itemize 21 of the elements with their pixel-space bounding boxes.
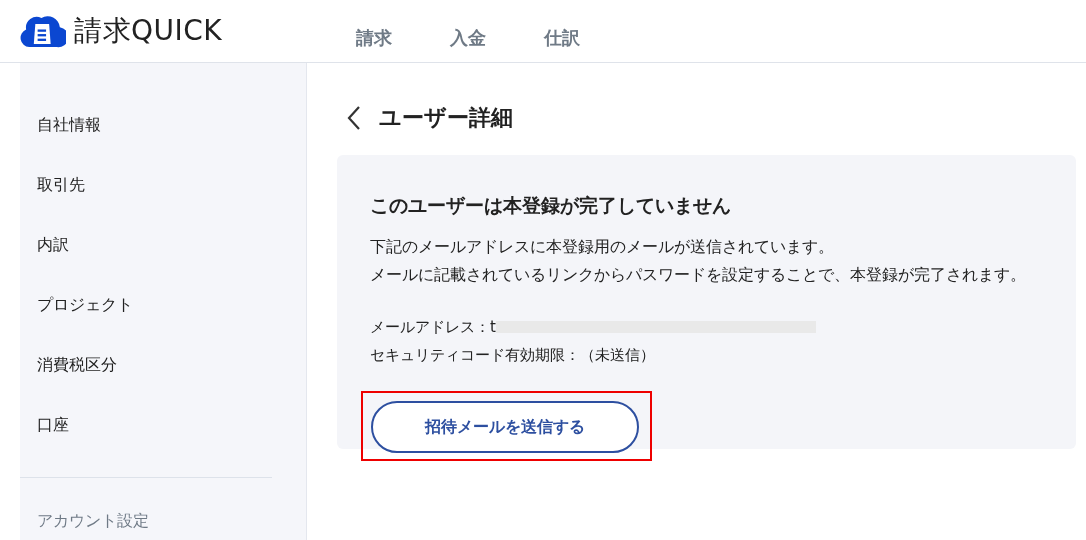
sidebar-section-label: アカウント設定	[36, 511, 150, 532]
sidebar-item[interactable]: 内訳	[20, 235, 306, 295]
send-invite-button[interactable]: 招待メールを送信する	[371, 401, 639, 453]
field-label: セキュリティコード有効期限：	[370, 345, 580, 366]
sidebar-item[interactable]: 消費税区分	[20, 355, 306, 415]
sidebar-item[interactable]: プロジェクト	[20, 295, 306, 355]
logo-text: 請求QUICK	[74, 13, 223, 49]
nav-tab[interactable]: 入金	[450, 26, 486, 50]
message-text: 下記のメールアドレスに本登録用のメールが送信されています。	[370, 237, 835, 258]
field-value: t	[490, 317, 496, 338]
sidebar-item[interactable]: 取引先	[20, 175, 306, 235]
message-text: メールに記載されているリンクからパスワードを設定することで、本登録が完了されます。	[370, 265, 1027, 286]
sidebar-item[interactable]: 自社情報	[20, 115, 306, 175]
sidebar-item[interactable]: 口座	[20, 415, 306, 475]
card-heading: このユーザーは本登録が完了していません	[370, 193, 732, 218]
nav-tab[interactable]: 仕訳	[544, 26, 580, 50]
field-label: メールアドレス：	[370, 317, 490, 338]
field-value: （未送信）	[580, 345, 655, 366]
page-title: ユーザー詳細	[379, 104, 513, 132]
cloud-logo-icon	[20, 13, 66, 49]
nav-tab[interactable]: 請求	[356, 26, 392, 50]
